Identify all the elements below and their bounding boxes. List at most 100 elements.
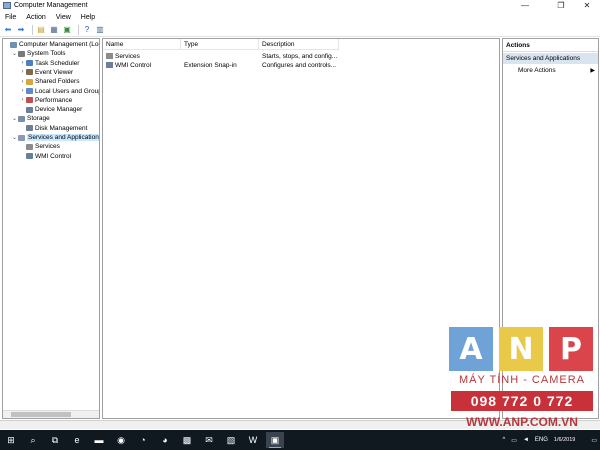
forward-arrow-icon: ➡	[17, 25, 25, 34]
back-button[interactable]: ⬅	[3, 25, 13, 34]
tree-item[interactable]: Disk Management	[19, 124, 87, 133]
menu-file[interactable]: File	[0, 14, 21, 21]
gear-icon	[106, 53, 113, 60]
collapse-chevron-icon[interactable]: ⌄	[11, 50, 18, 57]
menu-action[interactable]: Action	[21, 14, 50, 21]
cell-name: WMI Control	[103, 62, 181, 69]
taskbar-button[interactable]: ▩	[178, 432, 196, 448]
cell-name-text: Services	[115, 53, 140, 60]
expand-chevron-icon[interactable]: ›	[19, 97, 26, 103]
tree-item[interactable]: › Task Scheduler	[19, 59, 80, 68]
column-header-description[interactable]: Description	[259, 39, 339, 50]
window-title: Computer Management	[14, 2, 88, 9]
details-list-pane[interactable]: Name Type Description Services Starts, st…	[102, 38, 500, 419]
up-one-level-button[interactable]: ▤	[36, 25, 46, 34]
tree-horizontal-scrollbar[interactable]	[3, 410, 99, 418]
tools-icon	[18, 50, 25, 57]
tree-item[interactable]: › Local Users and Groups	[19, 87, 100, 96]
list-row[interactable]: WMI Control Extension Snap-in Configures a…	[103, 61, 341, 70]
menu-bar: File Action View Help	[0, 12, 600, 23]
expand-chevron-icon[interactable]: ›	[19, 69, 26, 75]
taskbar-button[interactable]: ◕	[156, 432, 174, 448]
disk-icon	[26, 125, 33, 132]
mail-icon: ✉	[205, 434, 213, 445]
taskbar-button[interactable]: ▣	[266, 432, 284, 448]
tree-item[interactable]: ⌄ System Tools	[11, 49, 66, 58]
window-title-bar[interactable]: Computer Management	[0, 0, 600, 11]
taskbar-button[interactable]: ⧉	[46, 432, 64, 448]
more-actions-item[interactable]: More Actions ▶	[503, 64, 598, 76]
search-icon: ⌕	[30, 434, 36, 445]
users-icon	[26, 88, 33, 94]
expand-chevron-icon[interactable]: ›	[19, 60, 26, 66]
console-tree-pane[interactable]: Computer Management (Local ⌄ System Tools ›…	[2, 38, 100, 419]
watermark-letter: N	[499, 327, 543, 371]
clock-icon	[26, 60, 33, 67]
export-list-button[interactable]: ▣	[62, 25, 72, 34]
watermark-letter: A	[449, 327, 493, 371]
scrollbar-thumb[interactable]	[11, 412, 71, 417]
tree-item-label: Storage	[27, 115, 50, 123]
taskbar-button[interactable]: ⌕	[24, 432, 42, 448]
cell-name-text: WMI Control	[115, 62, 152, 69]
event-viewer-icon	[26, 69, 33, 76]
tree-item[interactable]: › Shared Folders	[19, 77, 80, 86]
properties-button[interactable]: ▥	[95, 25, 105, 34]
taskbar-button[interactable]: ✉	[200, 432, 218, 448]
close-button[interactable]: ✕	[574, 0, 600, 11]
tree-item[interactable]: › Event Viewer	[19, 68, 74, 77]
taskbar-button[interactable]: e	[68, 432, 86, 448]
taskbar-button[interactable]: ▧	[222, 432, 240, 448]
expand-chevron-icon[interactable]: ›	[19, 88, 26, 94]
expand-chevron-icon[interactable]: ›	[19, 79, 26, 85]
watermark-website: WWW.ANP.COM.VN	[466, 415, 578, 429]
tree-item-label: WMI Control	[35, 152, 72, 160]
taskbar-button[interactable]: ⊞	[2, 432, 20, 448]
forward-button[interactable]: ➡	[16, 25, 26, 34]
collapse-chevron-icon[interactable]: ⌄	[11, 115, 18, 122]
column-header-name[interactable]: Name	[103, 39, 181, 50]
submenu-arrow-icon: ▶	[590, 67, 595, 74]
show-hide-console-tree-button[interactable]: ▦	[49, 25, 59, 34]
help-button[interactable]: ?	[82, 25, 92, 34]
tree-item-label: Services and Applications	[27, 134, 99, 141]
tree-item[interactable]: Services	[19, 142, 60, 151]
computer-icon	[10, 41, 17, 48]
gear-icon	[26, 143, 33, 150]
column-header-type[interactable]: Type	[181, 39, 259, 50]
minimize-button[interactable]: —	[512, 0, 538, 11]
taskbar-button[interactable]: ◉	[112, 432, 130, 448]
maximize-button[interactable]: ❐	[548, 0, 574, 11]
device-manager-icon	[26, 106, 33, 113]
shared-folder-icon	[26, 78, 33, 85]
tree-item-label: Computer Management (Local	[19, 41, 100, 48]
taskbar-button[interactable]: ▬	[90, 432, 108, 448]
cell-description: Configures and controls...	[262, 62, 337, 69]
tree-item[interactable]: Computer Management (Local	[3, 40, 100, 49]
actions-section-header[interactable]: Services and Applications	[503, 53, 598, 64]
export-list-icon: ▣	[63, 25, 71, 34]
tree-item[interactable]: ⌄ Services and Applications	[11, 133, 99, 142]
menu-help[interactable]: Help	[76, 14, 100, 21]
taskbar-button[interactable]: ◔	[134, 432, 152, 448]
tree-item[interactable]: › Performance	[19, 96, 73, 105]
taskbar-button[interactable]: W	[244, 432, 262, 448]
list-header: Name Type Description	[103, 39, 339, 50]
tree-item[interactable]: WMI Control	[19, 152, 71, 161]
list-row[interactable]: Services Starts, stops, and config...	[103, 52, 341, 61]
tree-item-label: Services	[35, 143, 60, 151]
menu-view[interactable]: View	[51, 14, 76, 21]
collapse-chevron-icon[interactable]: ⌄	[11, 134, 18, 141]
firefox-alt-icon: ◕	[162, 435, 168, 445]
tree-item[interactable]: ⌄ Storage	[11, 114, 50, 123]
chrome-icon: ◉	[117, 434, 125, 445]
help-icon: ?	[84, 25, 90, 34]
back-arrow-icon: ⬅	[4, 25, 12, 34]
tree-item[interactable]: Device Manager	[19, 105, 82, 114]
watermark-phone: 098 772 0 772	[451, 391, 593, 411]
cell-name: Services	[103, 53, 181, 60]
wmi-icon	[26, 153, 33, 160]
toolbar-separator	[78, 24, 79, 35]
anp-watermark: A N P MÁY TÍNH - CAMERA 098 772 0 772 WW…	[447, 327, 597, 439]
more-actions-label: More Actions	[518, 66, 556, 74]
